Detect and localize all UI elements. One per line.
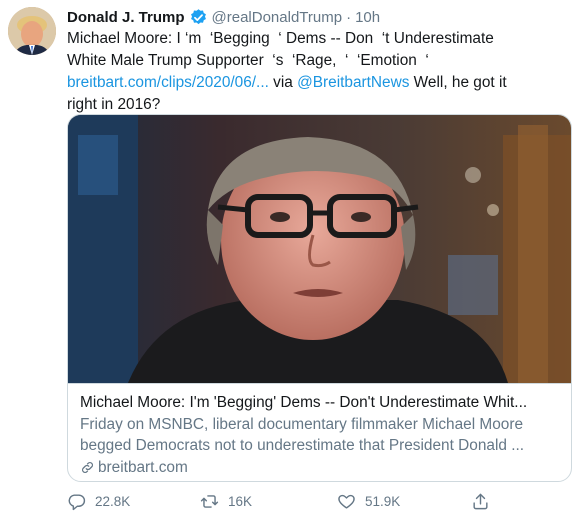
verified-badge-icon	[190, 8, 206, 24]
mention-breitbartnews[interactable]: @BreitbartNews	[297, 74, 409, 91]
author-avatar[interactable]	[8, 7, 56, 55]
card-domain-text: breitbart.com	[98, 459, 188, 476]
tweet-actions: 22.8K 16K 51.9K	[67, 490, 547, 512]
author-handle[interactable]: @realDonaldTrump	[212, 9, 343, 26]
tweet-text-line1: Michael Moore: I ‘m ‘Begging ‘ Dems -- D…	[67, 30, 494, 47]
card-image	[68, 115, 571, 383]
card-title: Michael Moore: I'm 'Begging' Dems -- Don…	[80, 394, 528, 411]
header-separator: ·	[346, 8, 352, 26]
tweet-timestamp[interactable]: 10h	[355, 9, 380, 26]
retweet-button[interactable]: 16K	[200, 490, 252, 512]
tweet-text-line2: White Male Trump Supporter ‘s ‘Rage, ‘ ‘…	[67, 52, 429, 69]
reply-count: 22.8K	[95, 493, 131, 509]
like-count: 51.9K	[365, 493, 401, 509]
card-domain: breitbart.com	[80, 457, 561, 478]
like-button[interactable]: 51.9K	[337, 490, 400, 512]
retweet-count: 16K	[228, 493, 253, 509]
card-description-line1: Friday on MSNBC, liberal documentary fil…	[80, 416, 524, 433]
tweet-text-line4: right in 2016?	[67, 96, 161, 113]
card-description: Friday on MSNBC, liberal documentary fil…	[80, 414, 561, 456]
share-icon	[473, 493, 488, 509]
tweet[interactable]: Donald J. Trump @realDonaldTrump · 10h M…	[0, 0, 583, 522]
tweet-text: Michael Moore: I ‘m ‘Begging ‘ Dems -- D…	[67, 28, 567, 116]
tweet-header: Donald J. Trump @realDonaldTrump · 10h	[67, 6, 380, 28]
like-icon	[338, 494, 355, 509]
link-icon	[82, 462, 93, 473]
card-body: Michael Moore: I'm 'Begging' Dems -- Don…	[68, 383, 571, 481]
retweet-icon	[200, 494, 219, 508]
card-description-line2: begged Democrats not to underestimate th…	[80, 437, 525, 454]
reply-button[interactable]: 22.8K	[67, 490, 130, 512]
share-button[interactable]	[471, 490, 499, 512]
tweet-text-tail: Well, he got it	[409, 74, 507, 91]
tweet-link-url[interactable]: breitbart.com/clips/2020/06/...	[67, 74, 269, 91]
avatar-image	[8, 7, 56, 55]
tweet-text-via: via	[268, 74, 298, 91]
link-card[interactable]: Michael Moore: I'm 'Begging' Dems -- Don…	[67, 114, 572, 482]
author-display-name[interactable]: Donald J. Trump	[67, 9, 185, 26]
reply-icon	[68, 493, 86, 510]
